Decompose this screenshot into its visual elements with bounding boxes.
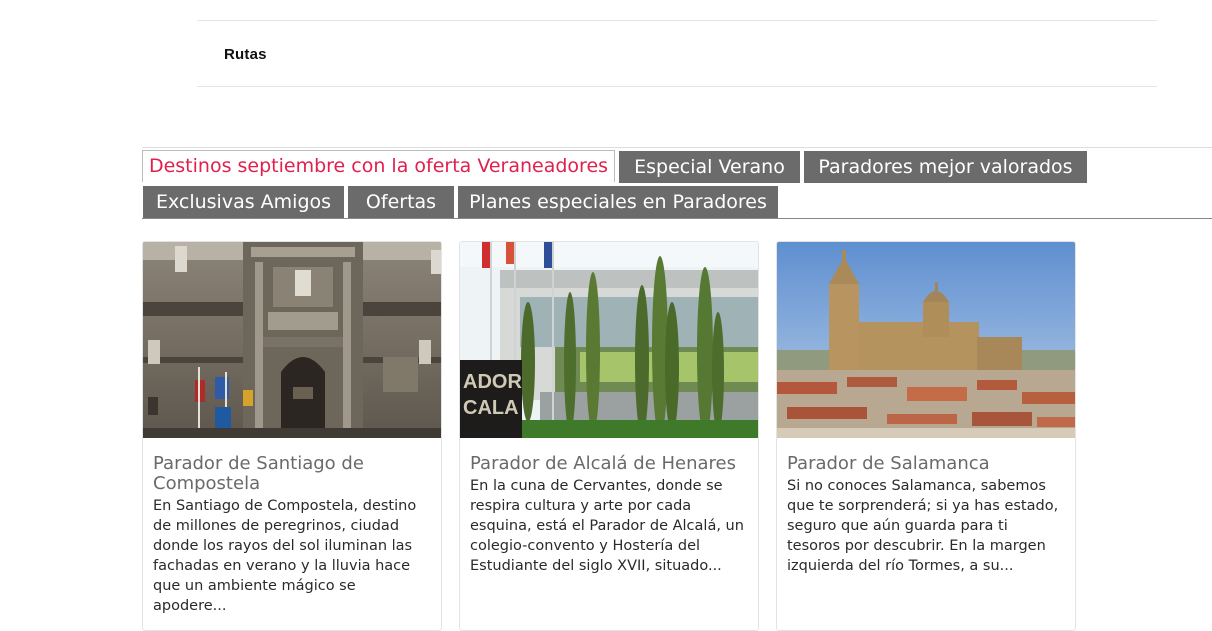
- parador-salamanca-photo[interactable]: [777, 242, 1075, 438]
- menu-divider-top: [197, 20, 1157, 21]
- tab-paradores-mejor-valorados[interactable]: Paradores mejor valorados: [804, 151, 1087, 183]
- tab-planes-especiales[interactable]: Planes especiales en Paradores: [458, 186, 778, 218]
- parador-alcala-description: En la cuna de Cervantes, donde se respir…: [470, 478, 744, 574]
- parador-alcala-photo[interactable]: ADOR CALA: [460, 242, 758, 438]
- parador-santiago-photo[interactable]: [143, 242, 441, 438]
- parador-card-salamanca[interactable]: Parador de Salamanca Si no conoces Salam…: [776, 241, 1076, 631]
- tab-ofertas[interactable]: Ofertas: [348, 186, 454, 218]
- svg-text:CALA: CALA: [463, 397, 519, 419]
- svg-text:ADOR: ADOR: [463, 371, 522, 393]
- parador-salamanca-title[interactable]: Parador de Salamanca: [787, 454, 1065, 474]
- tabs-bottom-divider: [142, 218, 1212, 219]
- parador-card-alcala[interactable]: ADOR CALA Parador de Alcalá de Henares E…: [459, 241, 759, 631]
- tab-exclusivas-amigos[interactable]: Exclusivas Amigos: [143, 186, 344, 218]
- tab-destinos-septiembre[interactable]: Destinos septiembre con la oferta Verane…: [142, 150, 615, 182]
- parador-santiago-description: En Santiago de Compostela, destino de mi…: [153, 498, 417, 614]
- parador-santiago-title[interactable]: Parador de Santiago de Compostela: [153, 454, 431, 494]
- tab-especial-verano[interactable]: Especial Verano: [619, 151, 800, 183]
- parador-card-santiago[interactable]: Parador de Santiago de Compostela En San…: [142, 241, 442, 631]
- parador-salamanca-description: Si no conoces Salamanca, sabemos que te …: [787, 478, 1059, 574]
- tabs-top-divider: [142, 147, 1212, 148]
- menu-item-rutas[interactable]: Rutas: [224, 46, 267, 63]
- parador-alcala-title[interactable]: Parador de Alcalá de Henares: [470, 454, 748, 474]
- menu-divider-bottom: [197, 86, 1157, 87]
